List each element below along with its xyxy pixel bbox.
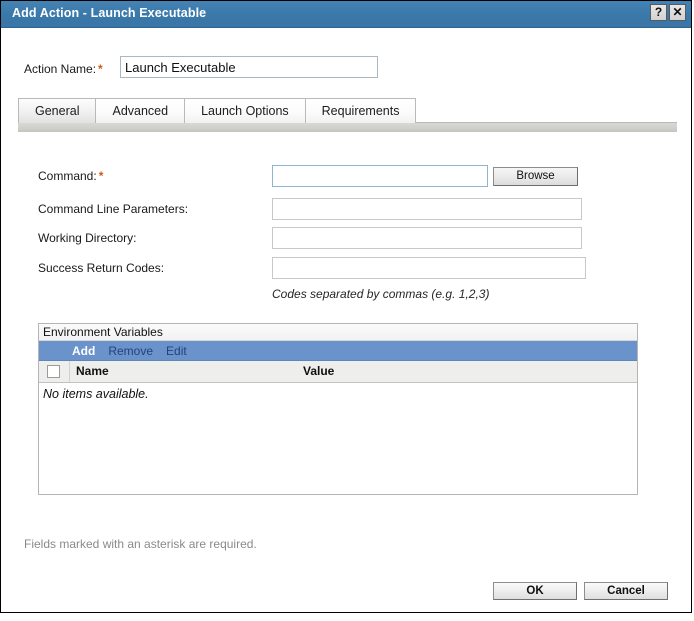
browse-button[interactable]: Browse: [493, 167, 578, 186]
dialog-window: Add Action - Launch Executable ? ✕ Actio…: [0, 0, 694, 621]
tab-underline-bar: [18, 122, 677, 132]
command-input[interactable]: [272, 165, 488, 187]
environment-variables-header: Environment Variables: [39, 324, 637, 341]
environment-variables-panel: Environment Variables Add Remove Edit Na…: [38, 323, 638, 495]
help-icon[interactable]: ?: [650, 4, 667, 21]
tab-general[interactable]: General: [18, 98, 97, 123]
command-line-parameters-label: Command Line Parameters:: [38, 202, 189, 216]
select-all-cell: [39, 361, 70, 382]
success-return-codes-label: Success Return Codes:: [38, 261, 165, 275]
working-directory-label: Working Directory:: [38, 231, 137, 245]
working-directory-row: Working Directory:: [1, 227, 691, 249]
command-line-parameters-row: Command Line Parameters:: [1, 198, 691, 220]
tab-strip: General Advanced Launch Options Requirem…: [18, 97, 417, 123]
required-fields-note: Fields marked with an asterisk are requi…: [24, 537, 257, 551]
tab-shadow: [18, 132, 677, 134]
tab-advanced[interactable]: Advanced: [96, 98, 186, 123]
success-return-codes-row: Success Return Codes:: [1, 257, 691, 279]
ok-button[interactable]: OK: [493, 582, 577, 600]
command-line-parameters-input[interactable]: [272, 198, 582, 220]
close-icon[interactable]: ✕: [669, 4, 686, 21]
empty-state-message: No items available.: [43, 387, 149, 401]
working-directory-input[interactable]: [272, 227, 582, 249]
action-name-input[interactable]: [120, 56, 378, 78]
select-all-checkbox[interactable]: [47, 365, 60, 378]
dialog-frame: Add Action - Launch Executable ? ✕ Actio…: [0, 0, 692, 613]
cancel-button[interactable]: Cancel: [584, 582, 668, 600]
column-header-value: Value: [303, 364, 335, 378]
add-link[interactable]: Add: [72, 344, 95, 358]
success-return-codes-input[interactable]: [272, 257, 586, 279]
command-label: Command: *: [38, 169, 103, 183]
remove-link[interactable]: Remove: [108, 344, 153, 358]
required-asterisk: *: [98, 169, 104, 183]
command-row: Command: *: [1, 165, 691, 187]
edit-link[interactable]: Edit: [166, 344, 187, 358]
tab-requirements[interactable]: Requirements: [305, 98, 417, 123]
environment-variables-body: No items available.: [39, 383, 637, 493]
command-label-text: Command:: [38, 169, 97, 183]
environment-variables-title: Environment Variables: [43, 325, 163, 339]
window-bottom-edge: [0, 613, 694, 621]
dialog-title: Add Action - Launch Executable: [12, 6, 207, 20]
action-name-label-text: Action Name:: [24, 62, 97, 76]
return-codes-hint: Codes separated by commas (e.g. 1,2,3): [272, 287, 490, 301]
required-asterisk: *: [98, 62, 103, 76]
environment-variables-toolbar: Add Remove Edit: [39, 341, 637, 361]
environment-variables-column-headers: Name Value: [39, 361, 637, 383]
action-name-label: Action Name: *: [24, 62, 103, 76]
action-name-row: Action Name: *: [1, 56, 691, 84]
column-header-name: Name: [76, 364, 109, 378]
tab-launch-options[interactable]: Launch Options: [185, 98, 306, 123]
title-bar: Add Action - Launch Executable ? ✕: [1, 1, 691, 28]
